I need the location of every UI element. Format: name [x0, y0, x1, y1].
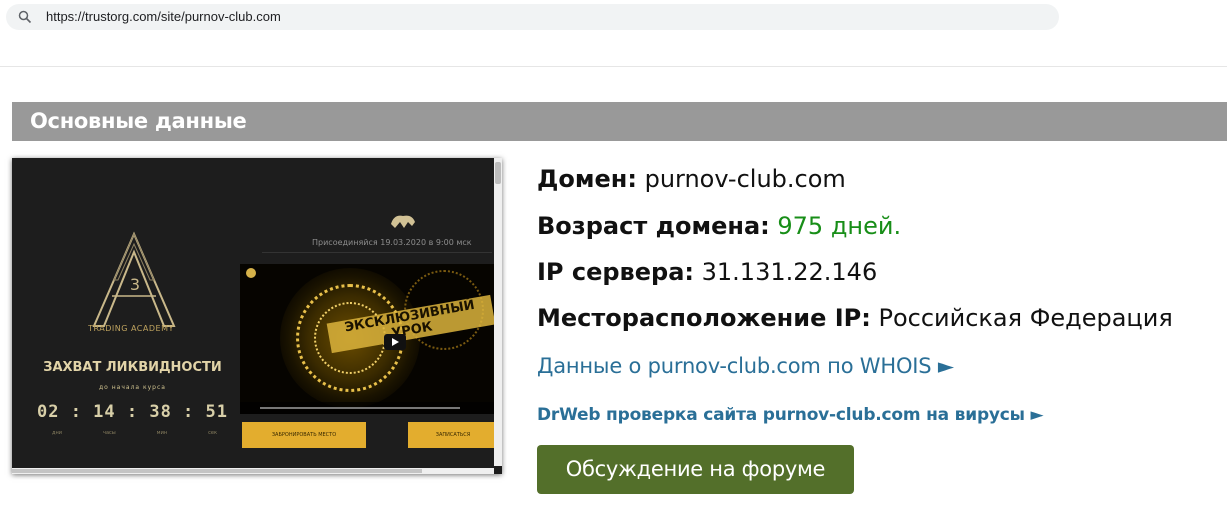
brand-text: TRADING ACADEMY	[88, 324, 174, 333]
bull-logo-icon	[391, 215, 415, 228]
countdown-label: сек	[208, 430, 217, 436]
server-ip-row: IP сервера: 31.131.22.146	[537, 257, 877, 287]
play-icon[interactable]	[384, 334, 406, 350]
age-label: Возраст домена:	[537, 212, 770, 240]
top-divider	[0, 66, 1227, 67]
scrollbar-thumb[interactable]	[495, 162, 501, 184]
search-icon	[18, 10, 32, 24]
horizontal-scrollbar[interactable]	[12, 468, 494, 474]
countdown-labels: дни часы мин сек	[52, 430, 217, 436]
promo-subtitle: до начала курса	[99, 384, 166, 391]
ip-location-row: Месторасположение IP: Российская Федерац…	[537, 303, 1173, 333]
forum-discussion-button[interactable]: Обсуждение на форуме	[537, 445, 854, 494]
video-progress-bar[interactable]	[260, 407, 460, 409]
domain-age-row: Возраст домена: 975 дней.	[537, 211, 901, 241]
countdown-label: мин	[156, 430, 168, 436]
video-player[interactable]: ЭКСКЛЮЗИВНЫЙ УРОК	[240, 264, 494, 414]
divider-line	[262, 252, 492, 253]
scrollbar-thumb[interactable]	[12, 469, 422, 473]
drweb-link[interactable]: DrWeb проверка сайта purnov-club.com на …	[537, 402, 1044, 428]
location-value: Российская Федерация	[878, 304, 1173, 332]
vertical-scrollbar[interactable]	[494, 158, 502, 466]
reserve-button[interactable]: ЗАБРОНИРОВАТЬ МЕСТО	[242, 422, 366, 448]
logo-number-icon: 3	[130, 275, 140, 294]
ip-label: IP сервера:	[537, 258, 694, 286]
domain-label: Домен:	[537, 165, 637, 193]
domain-value: purnov-club.com	[644, 165, 846, 193]
url-text: https://trustorg.com/site/purnov-club.co…	[46, 9, 281, 24]
site-screenshot[interactable]: 3 TRADING ACADEMY ЗАХВАТ ЛИКВИДНОСТИ до …	[12, 158, 502, 474]
countdown-timer: 02 : 14 : 38 : 51	[37, 402, 228, 422]
event-date: Присоединяйся 19.03.2020 в 9:00 мск	[312, 238, 472, 247]
forum-button-label: Обсуждение на форуме	[565, 457, 826, 481]
address-bar[interactable]: https://trustorg.com/site/purnov-club.co…	[6, 4, 1059, 30]
age-value: 975 дней.	[777, 212, 902, 240]
promo-title: ЗАХВАТ ЛИКВИДНОСТИ	[43, 360, 222, 375]
signup-button[interactable]: ЗАПИСАТЬСЯ	[408, 422, 498, 448]
ip-value: 31.131.22.146	[701, 258, 878, 286]
channel-avatar	[246, 268, 256, 278]
whois-link[interactable]: Данные о purnov-club.com по WHOIS ►	[537, 352, 954, 380]
section-header: Основные данные	[12, 102, 1227, 141]
countdown-label: часы	[103, 430, 116, 436]
location-label: Месторасположение IP:	[537, 304, 871, 332]
svg-text:3: 3	[130, 275, 140, 294]
domain-row: Домен: purnov-club.com	[537, 164, 846, 194]
section-title: Основные данные	[30, 109, 247, 133]
countdown-label: дни	[52, 430, 62, 436]
video-controls[interactable]	[240, 402, 494, 414]
